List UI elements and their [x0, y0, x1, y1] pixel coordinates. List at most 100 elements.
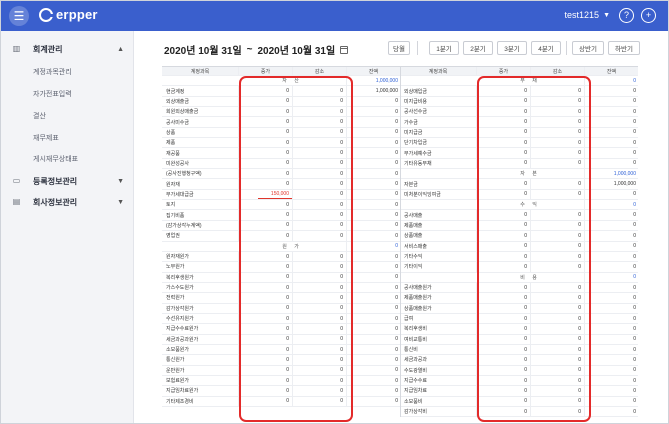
balance-value: 0 [584, 117, 638, 127]
account-name: 부가세대급금 [166, 191, 194, 198]
section-balance: 0 [584, 76, 638, 86]
account-name: 소모품원가 [166, 347, 190, 354]
period-button-q3[interactable]: 3분기 [497, 41, 527, 55]
balance-value: 0 [584, 303, 638, 313]
balance-value: 0 [346, 138, 400, 148]
account-name: 회원외상매출금 [166, 109, 199, 116]
account-name: 노무원가 [166, 264, 185, 271]
account-name: 원자재 [166, 181, 180, 188]
balance-value: 0 [584, 375, 638, 386]
account-name: 감가상각비 [404, 409, 428, 416]
balance-value: 0 [346, 169, 400, 179]
account-name: 미완성공사 [166, 160, 190, 167]
balance-value: 0 [584, 396, 638, 406]
sidebar-item-account-management[interactable]: 계정과목관리 [33, 67, 72, 77]
monitor-icon: ▭ [12, 176, 21, 185]
date-from: 2020년 10월 31일 [164, 46, 242, 57]
balance-value: 0 [346, 220, 400, 231]
account-name: 재공품 [166, 150, 180, 157]
balance-value: 0 [584, 148, 638, 158]
logo[interactable]: erpper [39, 7, 98, 22]
table-header-row: 계정과목 증가 감소 잔액 [400, 67, 638, 76]
sidebar-section-accounting[interactable]: ▥ 회계관리 ▲ [1, 39, 134, 59]
account-name: 제품 [166, 140, 176, 147]
balance-value: 0 [584, 282, 638, 293]
period-button-q2[interactable]: 2분기 [463, 41, 493, 55]
account-name: 외상매입금 [404, 88, 428, 95]
account-name: 현금계정 [166, 88, 185, 95]
header-account: 계정과목 [190, 68, 210, 75]
balance-value: 0 [584, 344, 638, 355]
account-name: 감가상각원가 [166, 305, 194, 312]
calendar-icon[interactable] [340, 45, 349, 54]
sidebar-item-voucher-entry[interactable]: 자가전표입력 [33, 89, 72, 99]
question-icon[interactable]: ? [619, 8, 634, 23]
sidebar-item-posted-balance-sheet[interactable]: 게시재무상태표 [33, 154, 78, 164]
highlight-box-right [477, 76, 591, 422]
account-name: 공사매출 [404, 212, 423, 219]
balance-value: 0 [584, 107, 638, 117]
account-name: 가스수도원가 [166, 285, 194, 292]
sidebar-section-company[interactable]: ▤ 회사정보관리 ▼ [1, 192, 134, 212]
balance-value: 0 [346, 117, 400, 127]
balance-value: 0 [346, 179, 400, 189]
account-name: 원자재원가 [166, 254, 190, 261]
balance-value: 0 [346, 396, 400, 406]
balance-value: 0 [346, 127, 400, 138]
period-button-second-half[interactable]: 하반기 [608, 41, 640, 55]
top-bar: ☰ erpper test1215 ▼ ? + [1, 1, 668, 31]
balance-value: 0 [346, 365, 400, 375]
sidebar-item-financial-statements[interactable]: 재무제표 [33, 133, 59, 143]
account-name: 세금과공과 [404, 357, 428, 364]
chevron-down-icon: ▼ [117, 177, 124, 185]
period-button-current-month[interactable]: 당월 [388, 41, 410, 55]
account-name: 서비스매출 [404, 243, 428, 250]
sidebar-section-registration[interactable]: ▭ 등록정보관리 ▼ [1, 171, 134, 191]
period-button-q4[interactable]: 4분기 [531, 41, 561, 55]
balance-value: 0 [584, 96, 638, 107]
plus-icon[interactable]: + [641, 8, 656, 23]
account-name: 지급임차료원가 [166, 388, 199, 395]
chevron-down-icon: ▼ [603, 11, 610, 19]
account-name: 소모품비 [404, 398, 423, 405]
sidebar-section-label: 등록정보관리 [33, 176, 78, 186]
date-range[interactable]: 2020년 10월 31일 ~ 2020년 10월 31일 [164, 42, 349, 57]
account-name: 수선유지원가 [166, 316, 194, 323]
balance-value: 0 [584, 210, 638, 220]
balance-value: 0 [346, 189, 400, 200]
account-name: 공사매출원가 [404, 285, 432, 292]
balance-value: 0 [584, 231, 638, 241]
account-name: 지급수수료 [404, 378, 428, 385]
balance-value: 0 [346, 200, 400, 210]
account-name: 지급수수료원가 [166, 326, 199, 333]
account-name: 복리후생원가 [166, 274, 194, 281]
balance-value: 0 [584, 251, 638, 262]
highlight-box-left [239, 76, 353, 422]
sidebar-item-closing[interactable]: 결산 [33, 111, 46, 121]
account-name: 제품매출 [404, 222, 423, 229]
chevron-up-icon: ▲ [117, 45, 124, 53]
account-name: 수도광열비 [404, 367, 428, 374]
sidebar-section-label: 회계관리 [33, 44, 63, 54]
period-button-first-half[interactable]: 상반기 [572, 41, 604, 55]
date-to: 2020년 10월 31일 [257, 46, 336, 57]
ledger-table: 계정과목 증가 감소 잔액 자 산 1,000,000 현금계정 0 0 1,000,000 외상매… [162, 66, 638, 418]
balance-value: 0 [346, 96, 400, 107]
account-name: 통신원가 [166, 357, 185, 364]
section-balance: 0 [584, 200, 638, 210]
user-menu[interactable]: test1215 ▼ [565, 10, 610, 20]
balance-value: 0 [346, 148, 400, 158]
logo-mark-icon [39, 7, 54, 22]
account-name: 복리후생비 [404, 326, 428, 333]
balance-value: 0 [346, 158, 400, 169]
balance-value: 0 [584, 138, 638, 148]
date-tilde: ~ [246, 44, 253, 55]
balance-value: 0 [584, 241, 638, 251]
balance-value: 0 [584, 262, 638, 272]
account-name: 미지급금 [404, 129, 423, 136]
period-button-q1[interactable]: 1분기 [429, 41, 459, 55]
account-name: 영업권 [166, 233, 180, 240]
chevron-down-icon: ▼ [117, 198, 124, 206]
balance-value: 0 [584, 355, 638, 365]
menu-button[interactable]: ☰ [9, 6, 29, 26]
